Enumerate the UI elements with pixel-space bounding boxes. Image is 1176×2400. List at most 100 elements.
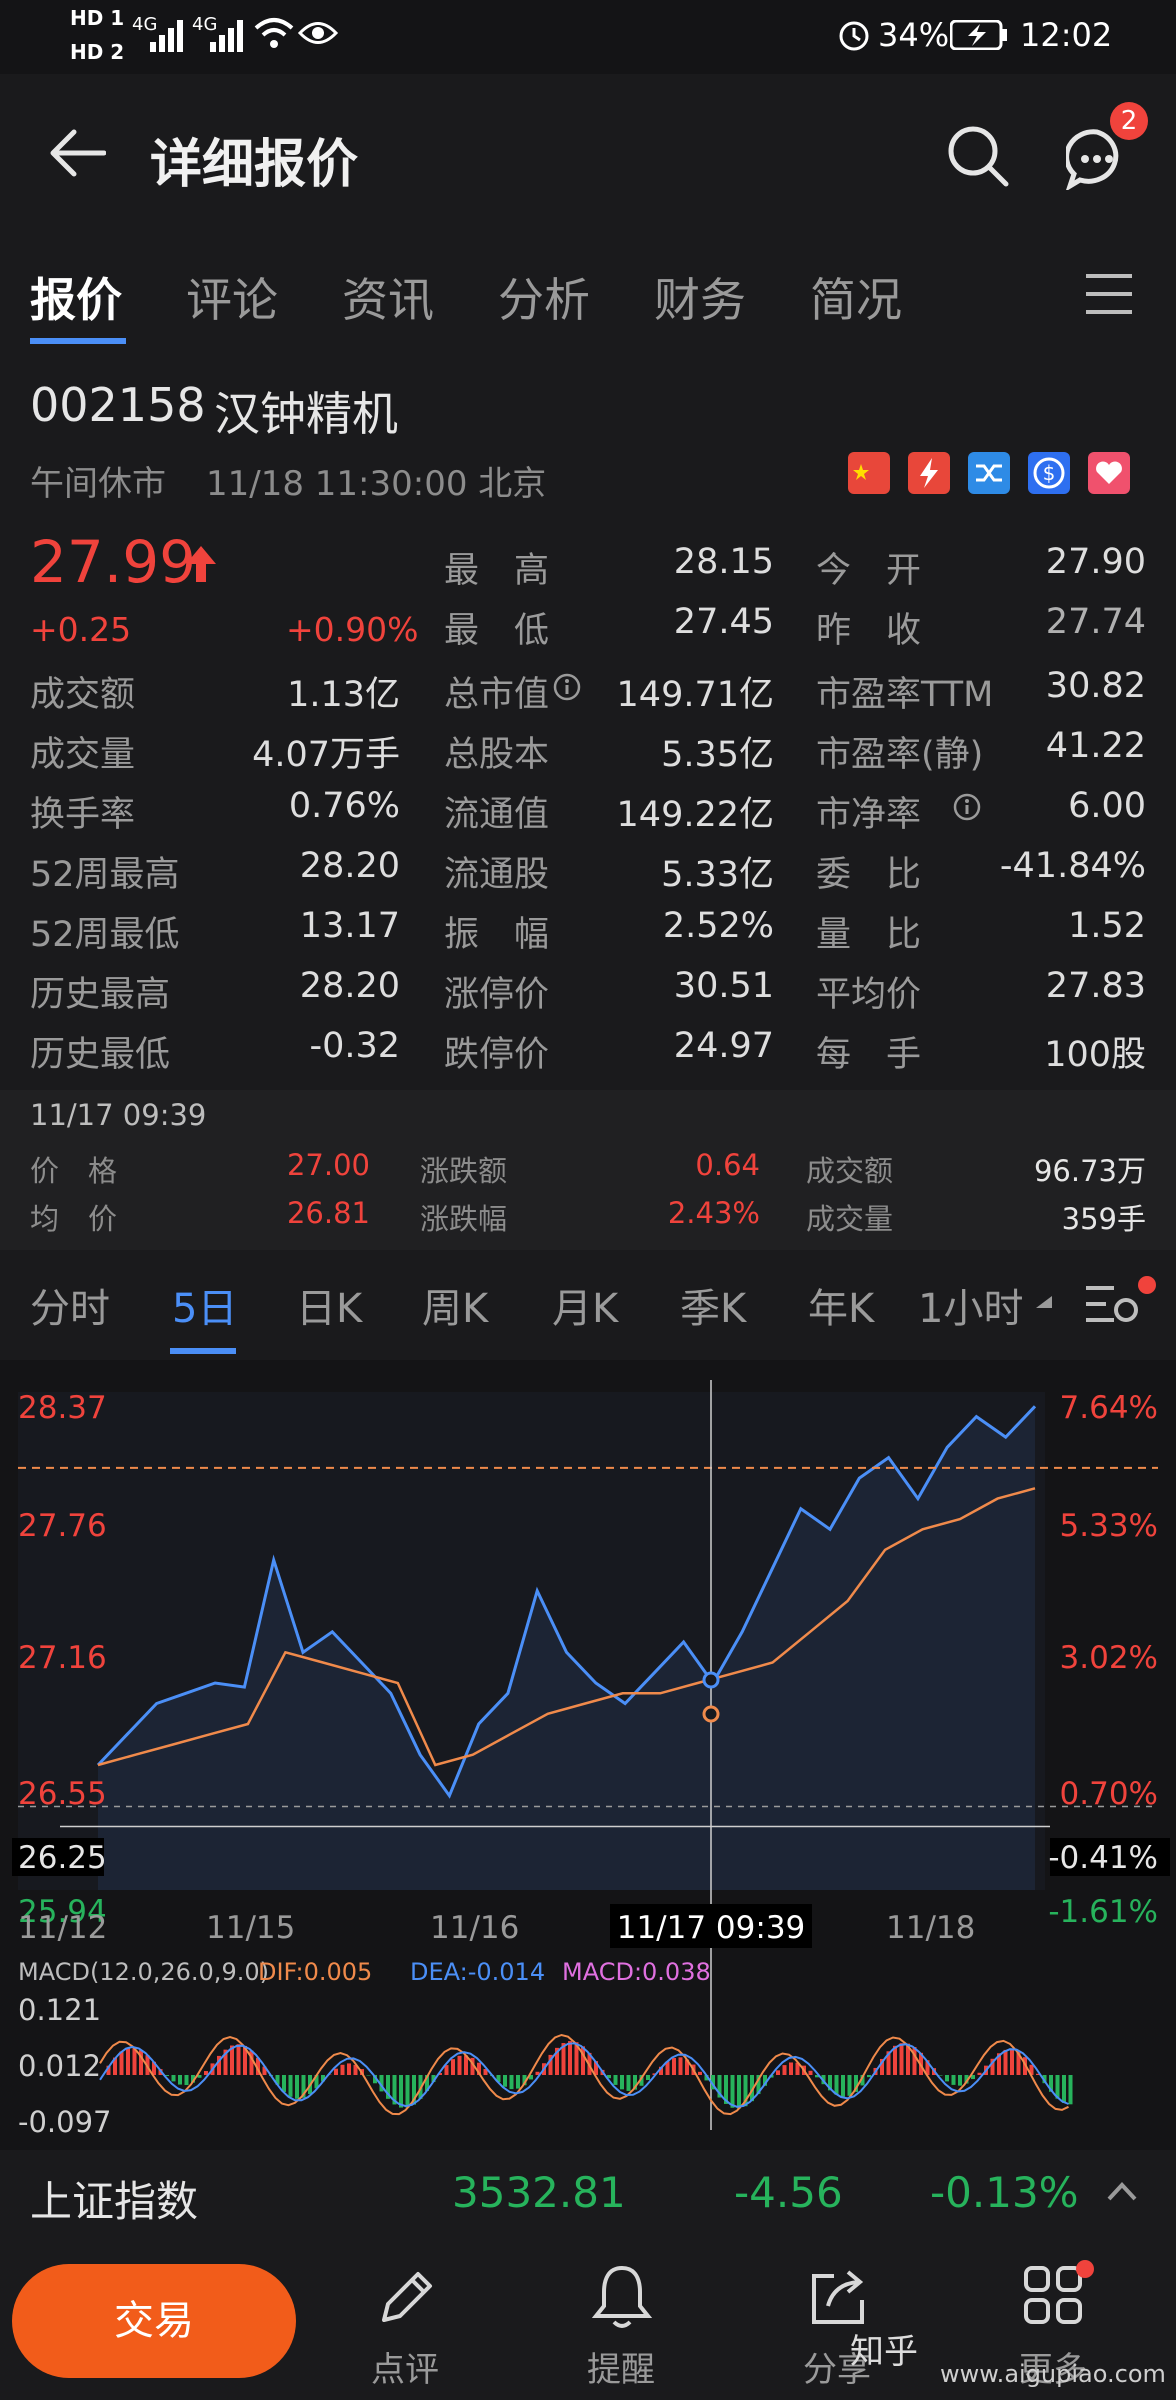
macd-bar: [295, 2075, 299, 2099]
grid-value: 30.51: [673, 966, 774, 1006]
crosshair-price-dot: [702, 1671, 720, 1689]
ktab-quarterly[interactable]: 季K: [680, 1276, 746, 1334]
share-icon: [812, 2270, 864, 2324]
macd-bar: [184, 2075, 189, 2086]
site-watermark: www.aigupiao.com: [940, 2360, 1166, 2388]
alarm-icon: [839, 21, 869, 51]
x-axis-label: 11/12: [18, 1910, 107, 1946]
index-change-pct: -0.13%: [930, 2168, 1079, 2217]
ktab-yearly[interactable]: 年K: [808, 1276, 874, 1334]
macd-bar: [340, 2064, 345, 2075]
index-name: 上证指数: [30, 2177, 199, 2226]
tab-comments[interactable]: 评论: [186, 264, 278, 330]
back-arrow-icon[interactable]: [48, 128, 106, 178]
eye-icon: [298, 22, 338, 44]
header: 详细报价 2: [0, 74, 1176, 244]
macd-bar: [126, 2047, 130, 2075]
pencil-icon: [382, 2272, 432, 2322]
sim2-label: HD 2: [70, 40, 125, 64]
macd-bar: [288, 2075, 293, 2097]
grid-label: 振 幅: [444, 915, 550, 955]
grid-value: 41.22: [1045, 726, 1146, 766]
remind-label: 提醒: [587, 2350, 655, 2390]
y-axis-left-label: 26.25: [18, 1840, 107, 1876]
heart-icon[interactable]: [1088, 452, 1130, 494]
chart-svg[interactable]: 28.3727.7627.1626.5526.2525.947.64%5.33%…: [0, 1360, 1176, 2140]
macd-bar: [171, 2075, 176, 2082]
pb-info-icon[interactable]: [952, 792, 982, 822]
search-icon[interactable]: [946, 124, 1010, 188]
macd-bar: [945, 2075, 949, 2082]
chevron-up-icon[interactable]: [1106, 2180, 1138, 2202]
comment-nav[interactable]: 点评: [330, 2240, 480, 2400]
dollar-icon[interactable]: $: [1028, 452, 1070, 494]
shuffle-icon[interactable]: [968, 452, 1010, 494]
macd-bar: [503, 2075, 507, 2087]
price-change: +0.25: [30, 610, 132, 649]
macd-bar: [789, 2062, 793, 2075]
tooltip-time: 11/17 09:39: [30, 1098, 207, 1132]
sim1-label: HD 1: [70, 6, 125, 30]
macd-bar: [737, 2075, 741, 2109]
ktab-5day[interactable]: 5日: [172, 1276, 237, 1334]
grid-label: 总股本: [444, 735, 550, 775]
macd-header-text: MACD:0.038: [562, 1958, 711, 1986]
macd-bar: [1068, 2075, 1073, 2105]
chart-settings-icon[interactable]: [1084, 1280, 1142, 1330]
ktab-weekly[interactable]: 周K: [422, 1276, 488, 1334]
market-cap-info-icon[interactable]: [552, 672, 582, 702]
tab-finance[interactable]: 财务: [654, 264, 746, 330]
macd-bar: [834, 2075, 839, 2095]
grid-value: 4.07万手: [252, 735, 400, 775]
grid-value: 27.83: [1045, 966, 1146, 1006]
grid-value: 0.76%: [288, 786, 400, 826]
macd-bar: [282, 2075, 286, 2092]
macd-bar: [672, 2058, 676, 2075]
ktab-monthly[interactable]: 月K: [552, 1276, 618, 1334]
tab-analysis[interactable]: 分析: [498, 264, 590, 330]
grid-value: 24.97: [673, 1026, 774, 1066]
y-axis-right-label: -0.41%: [1048, 1840, 1158, 1876]
remind-nav[interactable]: 提醒: [546, 2240, 696, 2400]
tab-quote[interactable]: 报价: [30, 264, 122, 330]
macd-bar: [626, 2075, 631, 2091]
status-bar: HD 1 HD 2 4G 4G 34% 12:02: [0, 0, 1176, 74]
low-label: 最 低: [444, 611, 550, 651]
high-label: 最 高: [444, 551, 550, 591]
china-flag-icon[interactable]: [848, 452, 890, 494]
price-chart[interactable]: 28.37 27.76 27.16 26.55 26.25 25.94 7.64% 5.33%…: [0, 1360, 1176, 2140]
clock: 12:02: [1020, 16, 1113, 54]
macd-bar: [119, 2051, 124, 2075]
macd-header-text: MACD(12.0,26.0,9.0): [18, 1958, 269, 1986]
index-value: 3532.81: [452, 2168, 626, 2217]
tooltip-price-label: 价 格: [30, 1154, 118, 1188]
current-price: 27.99: [30, 528, 197, 596]
ktab-intraday[interactable]: 分时: [30, 1276, 110, 1334]
macd-bar: [457, 2055, 462, 2075]
grid-value: 6.00: [1068, 786, 1146, 826]
tab-news[interactable]: 资讯: [342, 264, 434, 330]
grid-value: 1.52: [1068, 906, 1146, 946]
page-title: 详细报价: [150, 135, 359, 195]
tooltip-chgpct: 2.43%: [667, 1196, 760, 1230]
grid-label: 总市值: [444, 675, 550, 715]
tab-indicator: [30, 338, 126, 344]
macd-bar: [808, 2070, 813, 2075]
up-arrow-icon: [186, 546, 216, 582]
tab-profile[interactable]: 简况: [810, 264, 902, 330]
macd-bar: [399, 2075, 403, 2108]
macd-header-text: DIF:0.005: [258, 1958, 372, 1986]
macd-bar: [977, 2072, 982, 2075]
macd-bar: [334, 2068, 338, 2075]
index-bar[interactable]: 上证指数 3532.81 -4.56 -0.13%: [0, 2150, 1176, 2240]
market-status: 午间休市: [30, 464, 166, 504]
lightning-icon[interactable]: [908, 452, 950, 494]
ktab-hourly[interactable]: 1小时: [918, 1276, 1023, 1334]
open-label: 今 开: [816, 551, 922, 591]
share-nav[interactable]: 分享: [762, 2240, 912, 2400]
quote-datetime: 11/18 11:30:00 北京: [206, 464, 547, 504]
menu-icon[interactable]: [1084, 272, 1134, 316]
ktab-daily[interactable]: 日K: [296, 1276, 362, 1334]
grid-value: 13.17: [299, 906, 400, 946]
trade-button[interactable]: 交易: [12, 2264, 296, 2378]
